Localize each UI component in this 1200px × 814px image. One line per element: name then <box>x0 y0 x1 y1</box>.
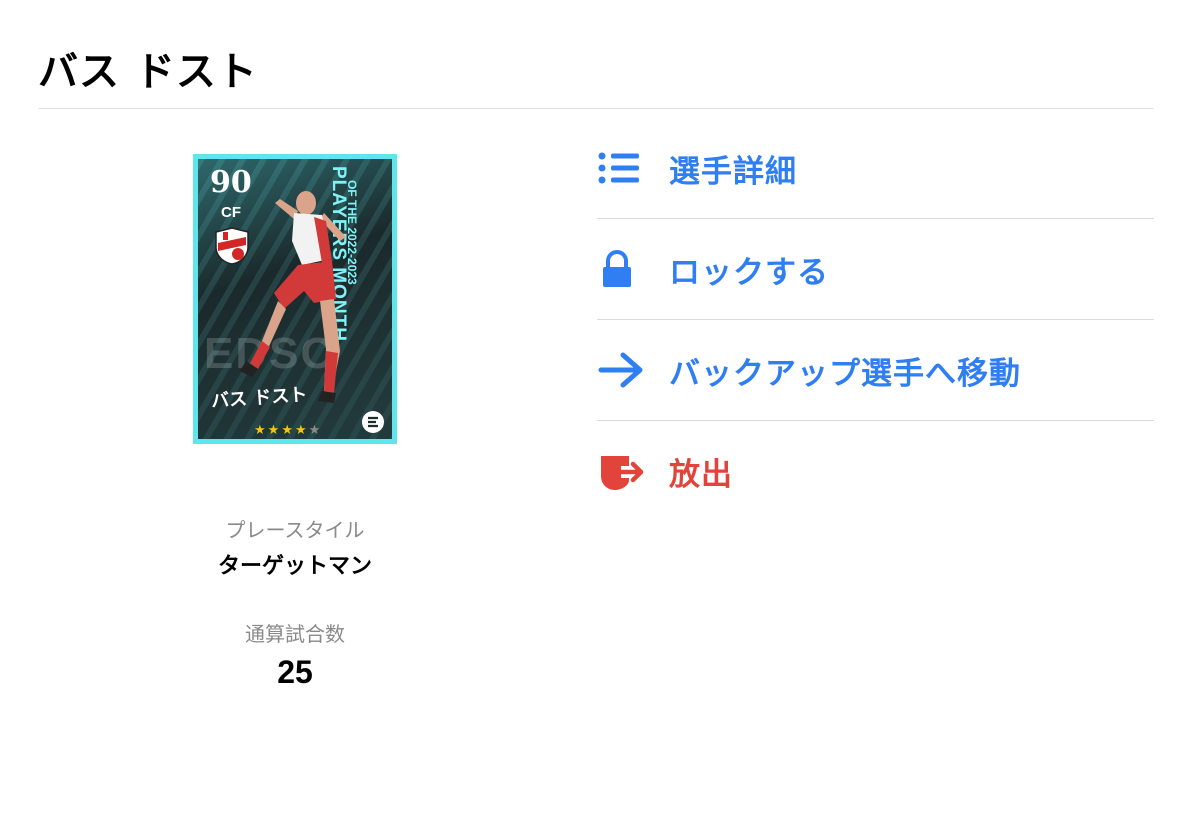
card-rating: 90 <box>210 165 252 200</box>
release-label: 放出 <box>669 457 733 493</box>
matches-value: 25 <box>277 654 313 690</box>
arrow-right-icon <box>597 350 649 390</box>
star-icon: ★ <box>281 423 295 438</box>
move-to-backup-button[interactable]: バックアップ選手へ移動 <box>597 320 1154 421</box>
page-title: バス ドスト <box>38 49 258 95</box>
matches-label: 通算試合数 <box>245 622 345 646</box>
action-menu: 選手詳細 ロックする バックアップ選手へ移動 放出 <box>597 118 1154 522</box>
move-to-backup-label: バックアップ選手へ移動 <box>669 355 1021 392</box>
star-icon: ★ <box>254 423 268 438</box>
list-icon <box>597 148 649 188</box>
lock-icon <box>597 249 649 289</box>
lock-label: ロックする <box>669 254 829 291</box>
release-icon <box>597 452 649 492</box>
star-icon: ★ <box>267 423 282 438</box>
playstyle-label: プレースタイル <box>225 518 365 542</box>
card-position: CF <box>221 204 241 221</box>
playstyle-value: ターゲットマン <box>217 554 372 579</box>
player-details-label: 選手詳細 <box>669 153 797 190</box>
star-empty-icon: ★ <box>308 423 323 438</box>
player-card[interactable]: EDSO PLAYERS MONTH OF THE 2022-2023 90 C… <box>193 154 397 444</box>
card-stars: ★★★★★ <box>254 423 322 438</box>
star-icon: ★ <box>294 423 309 438</box>
title-divider <box>38 108 1154 109</box>
release-button[interactable]: 放出 <box>597 421 1154 522</box>
player-details-button[interactable]: 選手詳細 <box>597 118 1154 219</box>
efootball-logo-icon <box>362 411 384 433</box>
club-badge-icon <box>215 227 249 265</box>
lock-button[interactable]: ロックする <box>597 219 1154 320</box>
